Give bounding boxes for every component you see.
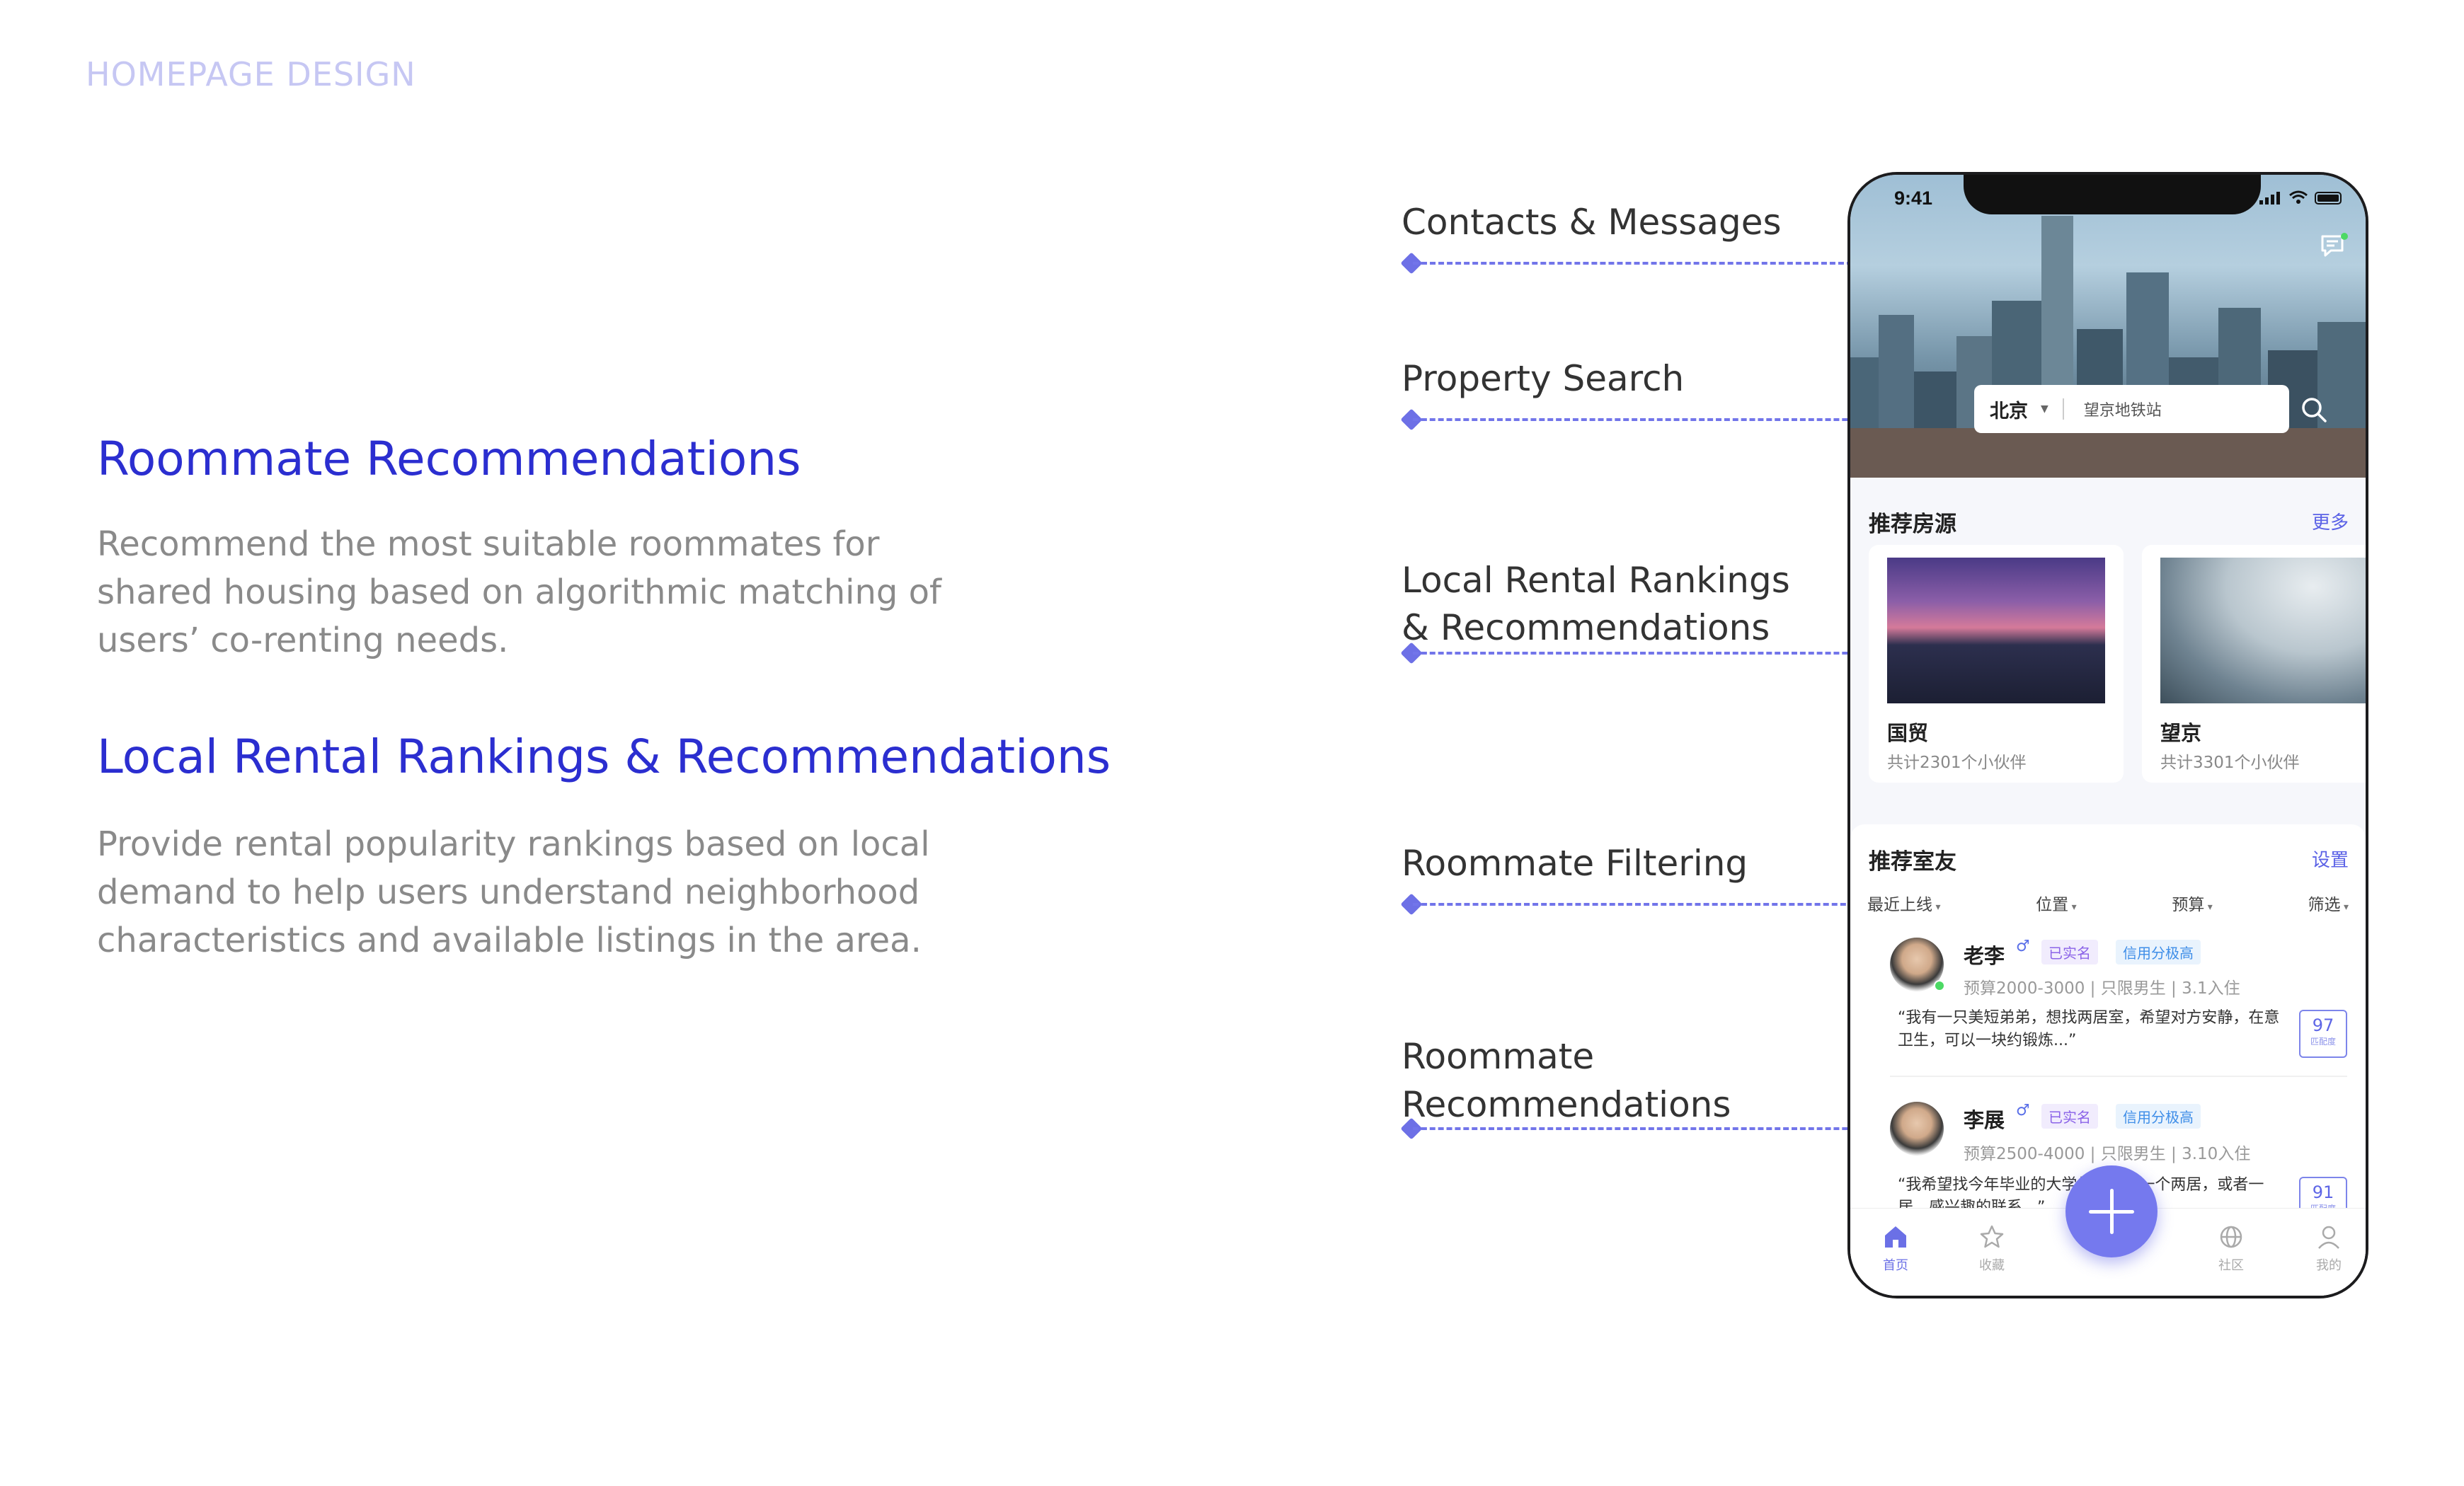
filter-recent[interactable]: 最近上线: [1867, 891, 1940, 915]
tab-favorites[interactable]: 收藏: [1964, 1224, 2020, 1274]
tab-label: 收藏: [1979, 1258, 2005, 1273]
credit-badge: 信用分极高: [2116, 940, 2201, 964]
match-score-label: 匹配度: [2310, 1037, 2336, 1047]
feature-title-rankings: Local Rental Rankings & Recommendations: [97, 730, 1111, 784]
listing-count: 共计2301个小伙伴: [1887, 754, 2027, 772]
add-post-button[interactable]: [2065, 1165, 2158, 1257]
search-icon[interactable]: [2300, 396, 2328, 424]
roommates-section-title: 推荐室友: [1869, 849, 1956, 875]
roommate-filters: 最近上线 位置 预算 筛选: [1867, 891, 2349, 915]
listing-name: 望京: [2160, 721, 2202, 745]
verified-badge: 已实名: [2041, 1104, 2098, 1129]
roommate-meta: 预算2000-3000 | 只限男生 | 3.1入住: [1964, 979, 2240, 998]
feature-description-rankings: Provide rental popularity rankings based…: [97, 824, 930, 960]
listings-section-title: 推荐房源: [1869, 512, 1956, 537]
roommates-settings-link[interactable]: 设置: [2312, 846, 2349, 872]
filter-budget[interactable]: 预算: [2172, 891, 2212, 915]
callout-contacts: Contacts & Messages: [1402, 202, 1782, 243]
filter-more[interactable]: 筛选: [2308, 891, 2349, 915]
page-label: HOMEPAGE DESIGN: [86, 55, 416, 93]
tab-label: 首页: [1883, 1258, 1908, 1273]
city-hero-image: 9:41 北京 ▼ 望京地铁站: [1850, 175, 2366, 478]
callout-line: [1413, 652, 1873, 655]
home-icon: [1885, 1226, 1906, 1248]
property-search-bar[interactable]: 北京 ▼ 望京地铁站: [1974, 385, 2289, 433]
callout-rankings-2: & Recommendations: [1402, 607, 1770, 648]
listing-card-wangjing[interactable]: 望京 共计3301个小伙伴: [2142, 545, 2366, 783]
feature-title-roommate: Roommate Recommendations: [97, 432, 801, 486]
tab-profile[interactable]: 我的: [2300, 1224, 2357, 1274]
signal-icon: [2259, 191, 2282, 205]
online-indicator: [1934, 980, 1945, 991]
message-icon[interactable]: [2320, 233, 2349, 258]
verified-badge: 已实名: [2041, 940, 2098, 964]
match-score-value: 97: [2312, 1015, 2334, 1035]
listing-name: 国贸: [1887, 721, 1929, 745]
roommate-name: 李展: [1964, 1108, 2005, 1132]
user-icon: [2318, 1226, 2339, 1249]
tab-label: 社区: [2218, 1258, 2244, 1273]
callout-search: Property Search: [1402, 358, 1685, 399]
wifi-icon: [2289, 190, 2308, 204]
credit-badge: 信用分极高: [2116, 1104, 2201, 1129]
listings-more-link[interactable]: 更多: [2312, 508, 2349, 534]
listing-card-guomao[interactable]: 国贸 共计2301个小伙伴: [1869, 545, 2124, 783]
filter-location[interactable]: 位置: [2036, 891, 2076, 915]
match-score: 97 匹配度: [2299, 1010, 2347, 1058]
city-caret-icon[interactable]: ▼: [2041, 403, 2048, 415]
status-time: 9:41: [1894, 188, 1933, 209]
callout-filtering: Roommate Filtering: [1402, 843, 1748, 884]
callout-line: [1413, 418, 1873, 421]
globe-icon: [2220, 1226, 2242, 1248]
status-bar: [2259, 190, 2342, 205]
gender-icon: ♂: [2016, 1102, 2030, 1119]
feature-description-roommate: Recommend the most suitable roommates fo…: [97, 524, 941, 660]
callout-rankings-1: Local Rental Rankings: [1402, 560, 1790, 601]
tab-home[interactable]: 首页: [1867, 1224, 1924, 1274]
match-score-value: 91: [2312, 1182, 2334, 1202]
search-input[interactable]: 望京地铁站: [2084, 398, 2162, 420]
roommate-quote: “我有一只美短弟弟，想找两居室，希望对方安静，在意卫生，可以一块约锻炼...”: [1898, 1009, 2280, 1049]
phone-mockup: 9:41 北京 ▼ 望京地铁站 推荐房源 更多 国贸 共计2301个小伙伴 望京…: [1847, 172, 2368, 1298]
listing-image: [2160, 558, 2366, 703]
roommate-name: 老李: [1964, 944, 2005, 968]
tab-label: 我的: [2316, 1258, 2342, 1273]
roommate-meta: 预算2500-4000 | 只限男生 | 3.10入住: [1964, 1145, 2251, 1163]
callout-roommate-1: Roommate: [1402, 1036, 1595, 1077]
gender-icon: ♂: [2016, 938, 2030, 955]
avatar: [1890, 1102, 1944, 1156]
callout-roommate-2: Recommendations: [1402, 1084, 1731, 1125]
city-selector[interactable]: 北京: [1990, 396, 2028, 423]
battery-icon: [2315, 192, 2342, 205]
tab-community[interactable]: 社区: [2203, 1224, 2259, 1274]
callout-line: [1413, 1127, 1873, 1130]
star-icon: [1980, 1225, 2004, 1248]
listing-count: 共计3301个小伙伴: [2160, 754, 2300, 772]
listing-image: [1887, 558, 2105, 703]
callout-line: [1413, 903, 1863, 906]
